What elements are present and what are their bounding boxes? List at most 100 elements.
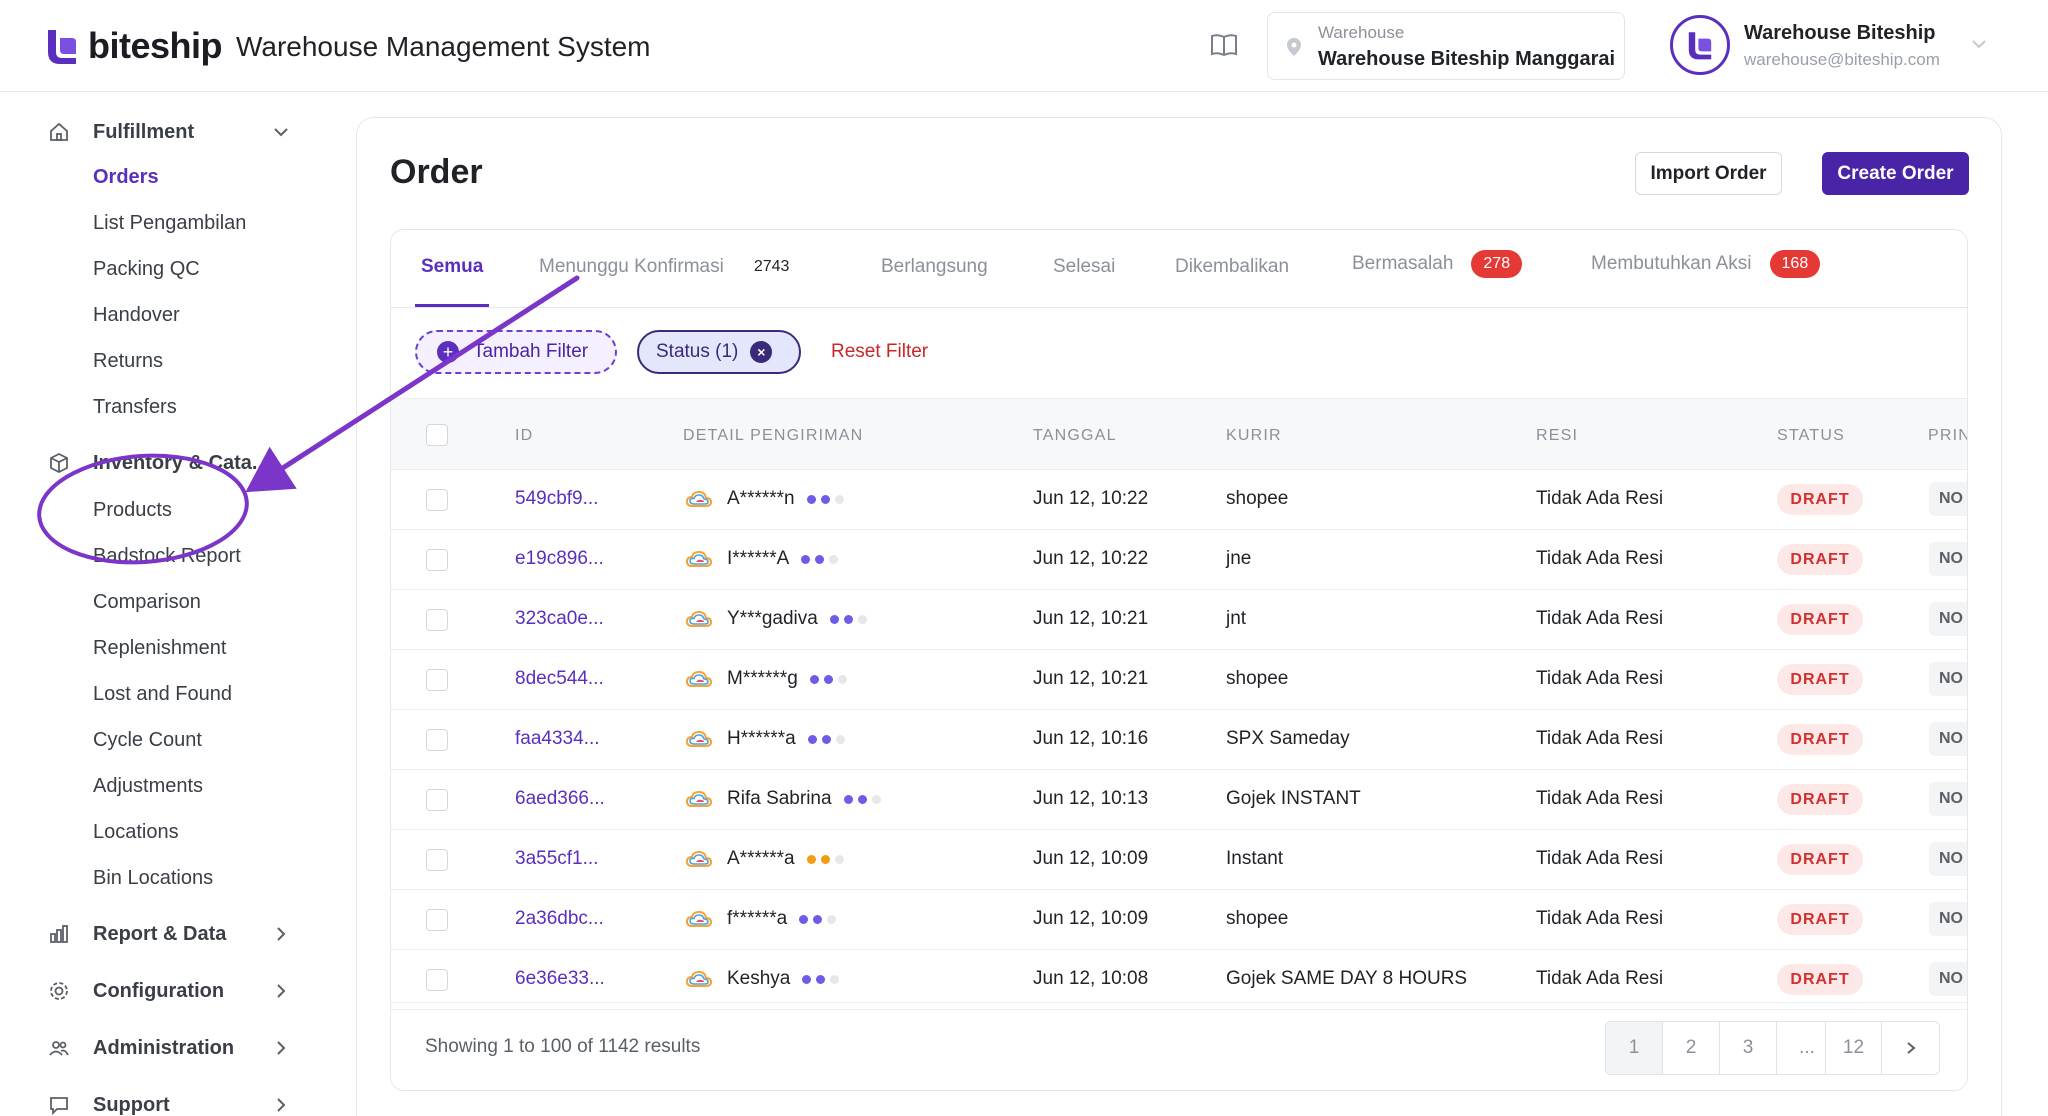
- recipient-name: I******A: [727, 548, 790, 569]
- table-row[interactable]: 8dec544... M******g Jun 12, 10:21 shopee Tid…: [391, 650, 1967, 710]
- warehouse-selector[interactable]: Warehouse Warehouse Biteship Manggarai: [1267, 12, 1625, 80]
- column-header-status[interactable]: STATUS: [1777, 427, 1845, 445]
- page-button-3[interactable]: 3: [1720, 1022, 1777, 1074]
- sidebar-item-bin-locations[interactable]: Bin Locations: [93, 867, 213, 890]
- recipient-cell: A******n: [727, 488, 844, 510]
- table-row[interactable]: 323ca0e... Y***gadiva Jun 12, 10:21 jnt Tida…: [391, 590, 1967, 650]
- status-filter-chip[interactable]: Status (1) ×: [637, 330, 801, 374]
- table-row[interactable]: faa4334... H******a Jun 12, 10:16 SPX Samed…: [391, 710, 1967, 770]
- add-filter-button[interactable]: + Tambah Filter: [415, 330, 617, 374]
- column-header-detail[interactable]: DETAIL PENGIRIMAN: [683, 427, 863, 445]
- row-checkbox[interactable]: [426, 549, 448, 571]
- book-icon[interactable]: [1210, 33, 1238, 57]
- status-badge: DRAFT: [1777, 544, 1863, 575]
- biteship-logo[interactable]: biteship: [44, 25, 223, 67]
- sidebar-section-configuration[interactable]: Configuration: [48, 976, 286, 1006]
- create-order-button[interactable]: Create Order: [1822, 152, 1969, 195]
- order-id-link[interactable]: 6e36e33...: [515, 968, 605, 990]
- avatar: [1670, 15, 1730, 75]
- status-badge: DRAFT: [1777, 904, 1863, 935]
- sidebar-item-transfers[interactable]: Transfers: [93, 396, 177, 419]
- progress-dot: [816, 974, 826, 984]
- order-id-link[interactable]: 323ca0e...: [515, 608, 604, 630]
- order-id-link[interactable]: 549cbf9...: [515, 488, 598, 510]
- sidebar-item-adjustments[interactable]: Adjustments: [93, 775, 203, 798]
- sidebar-section-administration[interactable]: Administration: [48, 1033, 286, 1063]
- table-row[interactable]: 2a36dbc... f******a Jun 12, 10:09 shopee Tid…: [391, 890, 1967, 950]
- sidebar-item-returns[interactable]: Returns: [93, 350, 163, 373]
- sidebar-section-label: Configuration: [93, 979, 225, 1002]
- courier-name: Gojek INSTANT: [1226, 788, 1361, 809]
- sidebar-section-inventory[interactable]: Inventory & Cata...: [48, 448, 280, 478]
- sidebar-item-handover[interactable]: Handover: [93, 304, 180, 327]
- tab-selesai[interactable]: Selesai: [1053, 256, 1115, 278]
- user-menu[interactable]: Warehouse Biteship warehouse@biteship.co…: [1670, 15, 2030, 77]
- column-header-resi[interactable]: RESI: [1536, 427, 1578, 445]
- order-date: Jun 12, 10:22: [1033, 548, 1149, 569]
- next-page-button[interactable]: [1882, 1022, 1939, 1074]
- import-order-button[interactable]: Import Order: [1635, 152, 1782, 195]
- sidebar-section-report[interactable]: Report & Data: [48, 919, 286, 949]
- sidebar-item-cycle-count[interactable]: Cycle Count: [93, 729, 202, 752]
- page-button-1[interactable]: 1: [1606, 1022, 1663, 1074]
- order-id-link[interactable]: 3a55cf1...: [515, 848, 598, 870]
- table-row[interactable]: 549cbf9... A******n Jun 12, 10:22 shopee Tid…: [391, 470, 1967, 530]
- row-checkbox[interactable]: [426, 789, 448, 811]
- close-icon[interactable]: ×: [750, 341, 773, 363]
- sidebar-item-lost-and-found[interactable]: Lost and Found: [93, 683, 232, 706]
- row-checkbox[interactable]: [426, 909, 448, 931]
- progress-dots: [802, 974, 840, 984]
- chevron-right-icon: [277, 1041, 286, 1055]
- row-checkbox[interactable]: [426, 729, 448, 751]
- sidebar-item-comparison[interactable]: Comparison: [93, 591, 201, 614]
- row-checkbox[interactable]: [426, 849, 448, 871]
- row-checkbox[interactable]: [426, 609, 448, 631]
- recipient-name: H******a: [727, 728, 796, 749]
- order-id-link[interactable]: faa4334...: [515, 728, 600, 750]
- column-header-print[interactable]: PRIN: [1928, 427, 1967, 445]
- bar-chart-icon: [50, 925, 68, 943]
- page-button-2[interactable]: 2: [1663, 1022, 1720, 1074]
- progress-dot: [843, 614, 853, 624]
- chevron-down-icon[interactable]: [1970, 35, 1988, 53]
- order-id-link[interactable]: 8dec544...: [515, 668, 604, 690]
- row-checkbox[interactable]: [426, 669, 448, 691]
- table-row[interactable]: 3a55cf1... A******a Jun 12, 10:09 Instant Ti…: [391, 830, 1967, 890]
- progress-dot: [807, 734, 817, 744]
- tab-semua[interactable]: Semua: [421, 256, 483, 278]
- sidebar-item-locations[interactable]: Locations: [93, 821, 179, 844]
- tab-berlangsung[interactable]: Berlangsung: [881, 256, 988, 278]
- tab-menunggu-konfirmasi[interactable]: Menunggu Konfirmasi 2743: [539, 256, 789, 278]
- sidebar-section-support[interactable]: Support: [48, 1090, 286, 1116]
- select-all-checkbox[interactable]: [426, 424, 448, 446]
- table-row[interactable]: 6e36e33... Keshya Jun 12, 10:08 Gojek SAME …: [391, 950, 1967, 1010]
- order-id-link[interactable]: e19c896...: [515, 548, 604, 570]
- progress-dots: [843, 794, 881, 804]
- tab-membutuhkan-aksi[interactable]: Membutuhkan Aksi 168: [1591, 250, 1821, 278]
- sidebar-item-badstock-report[interactable]: Badstock Report: [93, 545, 241, 568]
- order-id-link[interactable]: 6aed366...: [515, 788, 605, 810]
- users-icon: [49, 1041, 69, 1056]
- row-checkbox[interactable]: [426, 969, 448, 991]
- reset-filter-link[interactable]: Reset Filter: [831, 341, 928, 363]
- tracking-number: Tidak Ada Resi: [1536, 908, 1664, 929]
- tab-bermasalah[interactable]: Bermasalah 278: [1352, 250, 1523, 278]
- sidebar-item-orders[interactable]: Orders: [93, 166, 159, 189]
- table-row[interactable]: 6aed366... Rifa Sabrina Jun 12, 10:13 Gojek…: [391, 770, 1967, 830]
- tracking-number: Tidak Ada Resi: [1536, 668, 1664, 689]
- row-checkbox[interactable]: [426, 489, 448, 511]
- column-header-kurir[interactable]: KURIR: [1226, 427, 1282, 445]
- column-header-tanggal[interactable]: TANGGAL: [1033, 427, 1117, 445]
- column-header-id[interactable]: ID: [515, 427, 533, 445]
- order-id-link[interactable]: 2a36dbc...: [515, 908, 604, 930]
- order-date: Jun 12, 10:16: [1033, 728, 1149, 749]
- sidebar-item-replenishment[interactable]: Replenishment: [93, 637, 226, 660]
- tab-dikembalikan[interactable]: Dikembalikan: [1175, 256, 1289, 278]
- status-tabs: Semua Menunggu Konfirmasi 2743 Berlangsu…: [391, 230, 1967, 308]
- page-button-12[interactable]: 12: [1825, 1022, 1882, 1074]
- sidebar-item-products[interactable]: Products: [93, 499, 172, 522]
- sidebar-item-packing-qc[interactable]: Packing QC: [93, 258, 200, 281]
- sidebar-item-list-pengambilan[interactable]: List Pengambilan: [93, 212, 246, 235]
- table-row[interactable]: e19c896... I******A Jun 12, 10:22 jne Tidak …: [391, 530, 1967, 590]
- sidebar-section-fulfillment[interactable]: Fulfillment: [48, 117, 288, 147]
